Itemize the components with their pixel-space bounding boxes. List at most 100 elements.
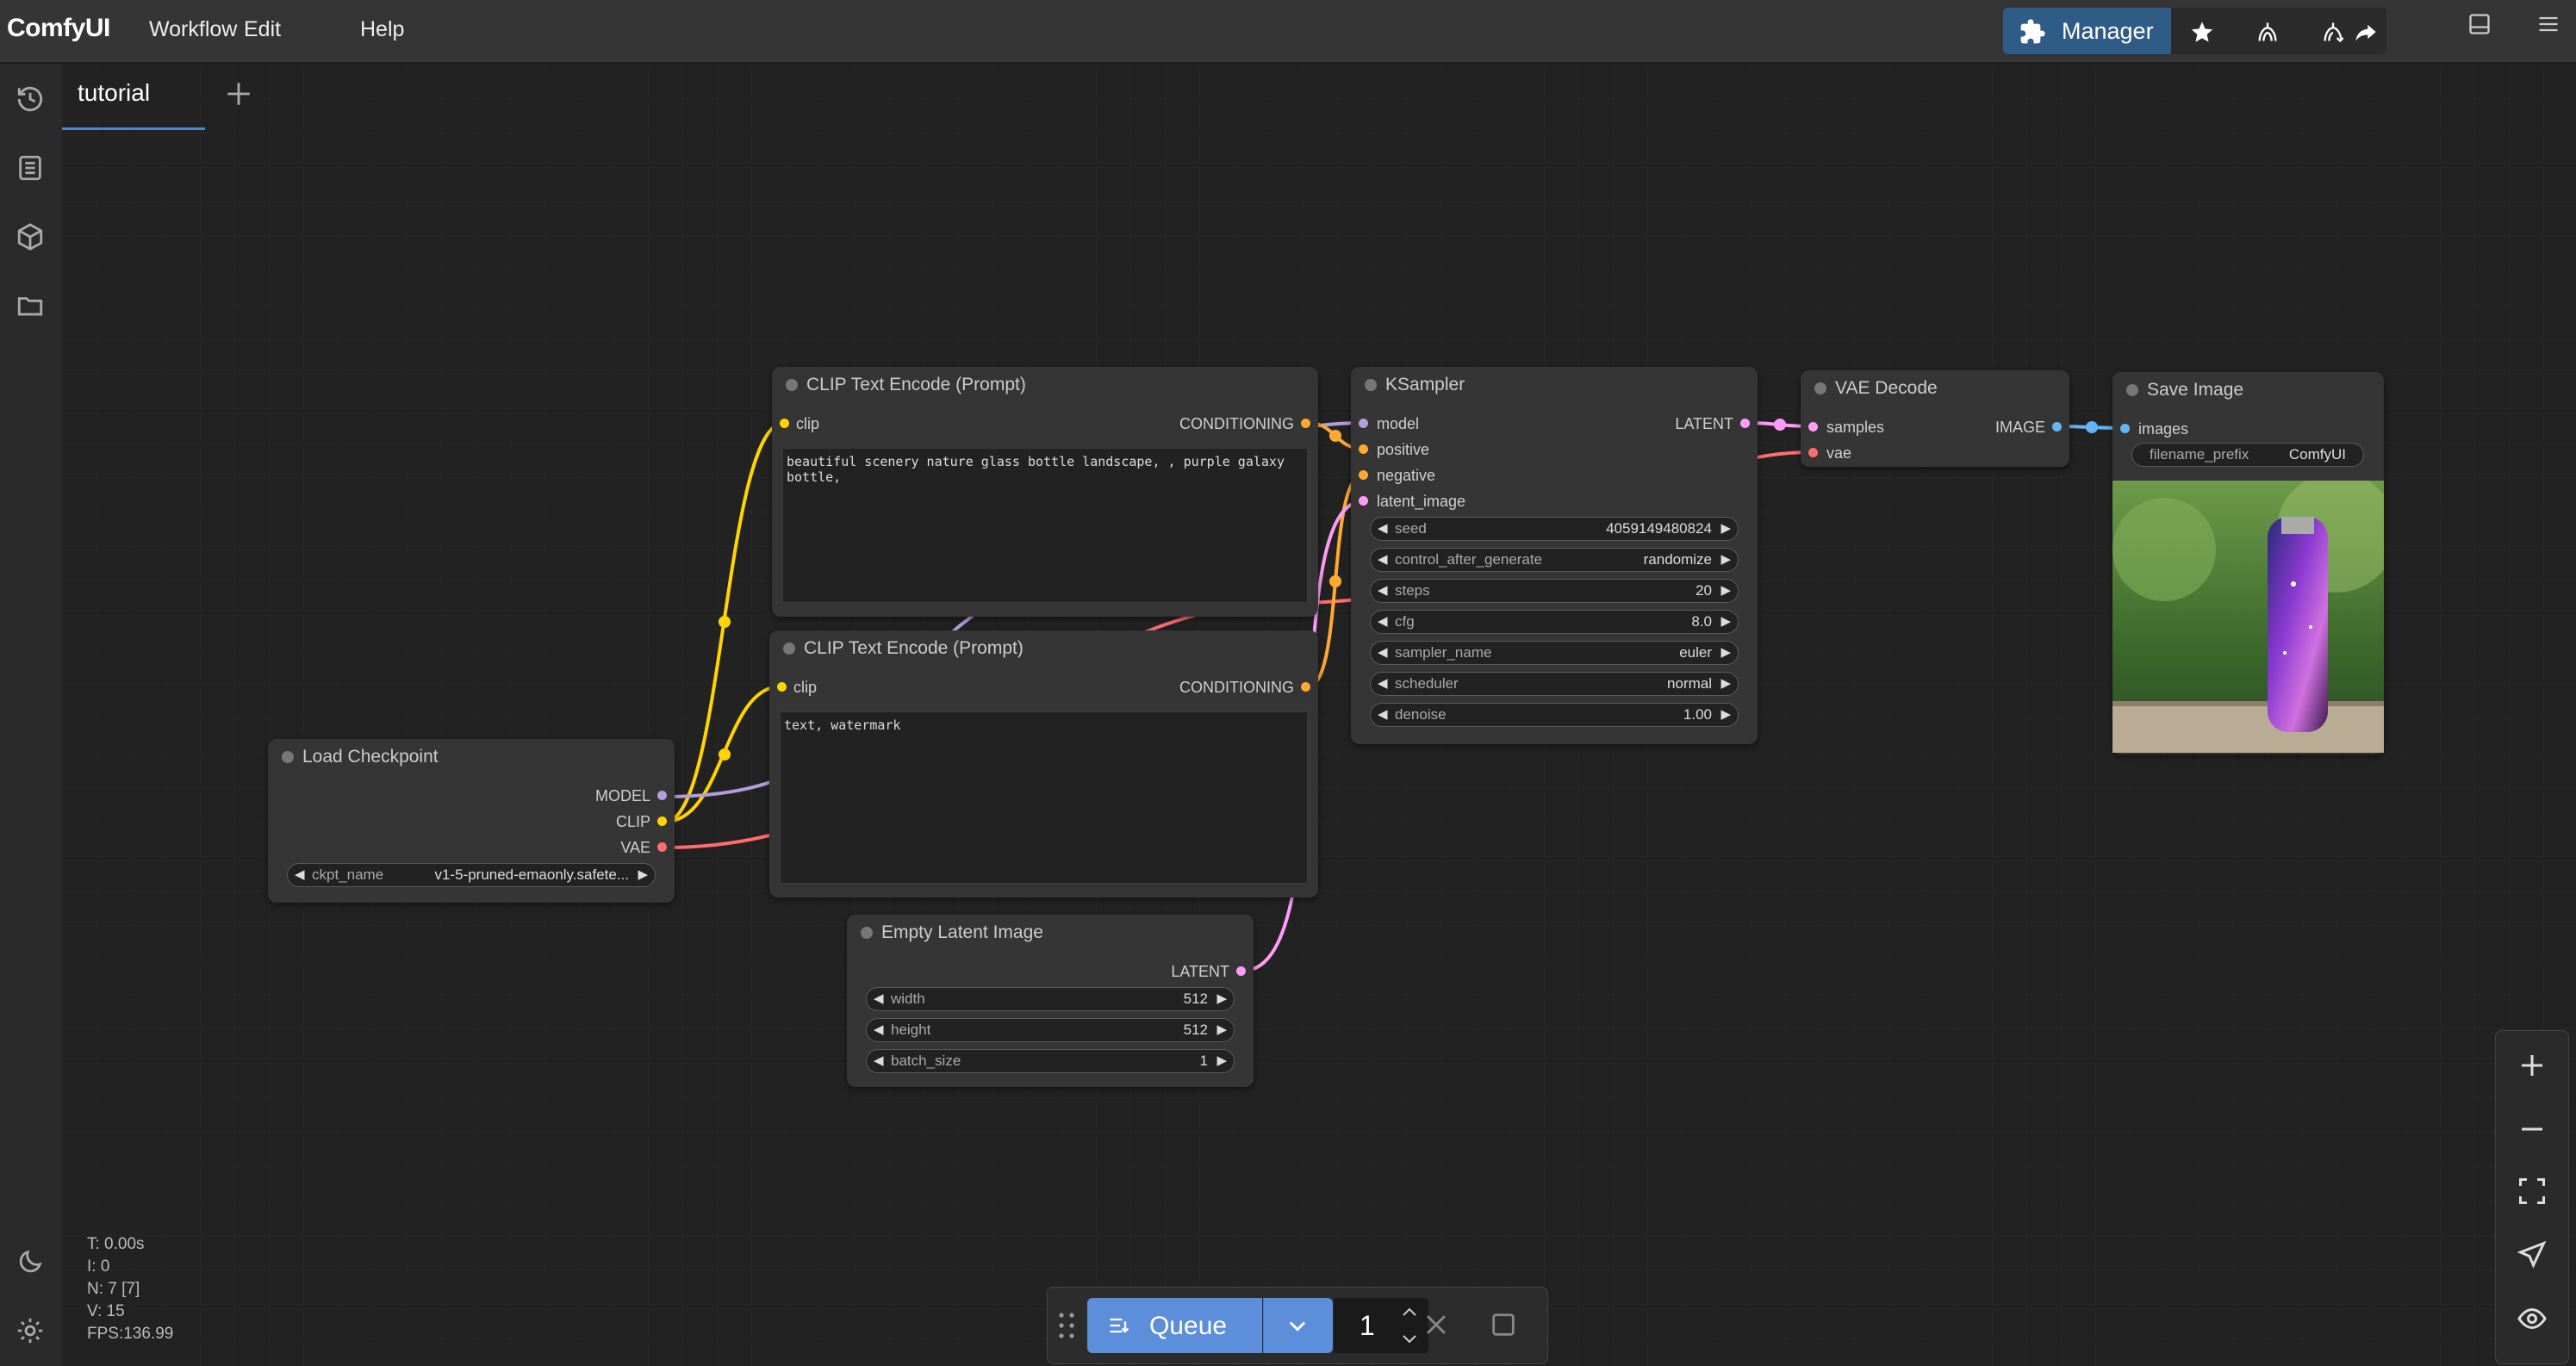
node-empty-latent-image[interactable]: Empty Latent Image LATENT ◀ width 512 ▶ ◀ he… (847, 915, 1254, 1087)
node-header[interactable]: CLIP Text Encode (Prompt) (769, 630, 1318, 665)
decrement-arrow[interactable]: ◀ (874, 990, 884, 1006)
output-slot-conditioning[interactable] (1301, 419, 1310, 428)
increment-arrow[interactable]: ▶ (1720, 706, 1731, 722)
node-collapse-dot[interactable] (2126, 384, 2138, 396)
input-label-positive: positive (1377, 441, 1430, 458)
input-slot-model[interactable] (1359, 419, 1368, 428)
widget-value: normal (1667, 675, 1712, 692)
input-slot-vae[interactable] (1808, 448, 1818, 457)
decrement-arrow[interactable]: ◀ (874, 1052, 884, 1068)
drag-handle-icon[interactable] (1058, 1312, 1075, 1339)
zoom-in-plus-icon[interactable] (2517, 1050, 2548, 1081)
widget-value: 512 (1183, 990, 1208, 1007)
select-mode-send-icon[interactable] (2517, 1239, 2548, 1270)
output-slot-model[interactable] (657, 791, 667, 800)
widget-denoise[interactable]: ◀ denoise 1.00 ▶ (1370, 703, 1739, 727)
decrement-arrow[interactable]: ◀ (874, 1021, 884, 1037)
decrement-arrow[interactable]: ◀ (1378, 551, 1388, 567)
node-title: Load Checkpoint (302, 747, 439, 767)
increment-arrow[interactable]: ▶ (1720, 551, 1731, 567)
node-save-image[interactable]: Save Image images filename_prefix ComfyUI (2112, 372, 2384, 754)
output-slot-image[interactable] (2052, 422, 2062, 432)
widget-batch-size[interactable]: ◀ batch_size 1 ▶ (866, 1049, 1235, 1073)
increment-arrow[interactable]: ▶ (1216, 1052, 1227, 1068)
cancel-x-icon[interactable] (1422, 1310, 1451, 1339)
widget-ckpt-name[interactable]: ◀ ckpt_name v1-5-pruned-emaonly.safete... ▶ (287, 863, 656, 887)
widget-filename-prefix[interactable]: filename_prefix ComfyUI (2131, 443, 2364, 467)
input-slot-positive[interactable] (1359, 444, 1368, 454)
increment-arrow[interactable]: ▶ (1720, 520, 1731, 536)
decrement-arrow[interactable]: ◀ (1378, 675, 1388, 691)
widget-cfg[interactable]: ◀ cfg 8.0 ▶ (1370, 610, 1739, 634)
widget-seed[interactable]: ◀ seed 4059149480824 ▶ (1370, 517, 1739, 541)
widget-label: sampler_name (1395, 644, 1492, 661)
decrement-chevron-icon[interactable] (1399, 1331, 1420, 1348)
output-label-latent: LATENT (1171, 963, 1229, 980)
increment-chevron-icon[interactable] (1399, 1303, 1420, 1320)
widget-height[interactable]: ◀ height 512 ▶ (866, 1018, 1235, 1042)
queue-mode-dropdown[interactable] (1263, 1298, 1333, 1353)
output-label-vae: VAE (620, 839, 650, 856)
output-slot-conditioning[interactable] (1301, 682, 1310, 692)
node-vae-decode[interactable]: VAE Decode samples vae IMAGE (1801, 370, 2069, 467)
node-title: CLIP Text Encode (Prompt) (804, 638, 1024, 658)
widget-sampler-name[interactable]: ◀ sampler_name euler ▶ (1370, 641, 1739, 665)
input-slot-latent-image[interactable] (1359, 496, 1368, 506)
fit-view-icon[interactable] (2517, 1176, 2548, 1207)
widget-steps[interactable]: ◀ steps 20 ▶ (1370, 579, 1739, 603)
widget-value: 1 (1199, 1052, 1208, 1069)
node-header[interactable]: Empty Latent Image (847, 915, 1254, 949)
output-image-preview[interactable] (2112, 481, 2384, 753)
increment-arrow[interactable]: ▶ (1720, 582, 1731, 598)
node-collapse-dot[interactable] (1814, 382, 1826, 394)
node-collapse-dot[interactable] (1365, 379, 1377, 391)
input-slot-negative[interactable] (1359, 470, 1368, 480)
node-collapse-dot[interactable] (786, 379, 798, 391)
decrement-arrow[interactable]: ◀ (295, 866, 305, 882)
input-slot-clip[interactable] (777, 682, 787, 692)
zoom-out-minus-icon[interactable] (2517, 1114, 2548, 1145)
node-collapse-dot[interactable] (861, 927, 873, 939)
node-collapse-dot[interactable] (282, 751, 294, 763)
increment-arrow[interactable]: ▶ (1720, 613, 1731, 629)
input-slot-images[interactable] (2120, 424, 2130, 433)
batch-count-input[interactable]: 1 (1334, 1298, 1428, 1353)
toggle-links-eye-icon[interactable] (2517, 1303, 2548, 1334)
node-header[interactable]: Save Image (2112, 372, 2384, 407)
prompt-textarea[interactable]: text, watermark (780, 711, 1308, 884)
decrement-arrow[interactable]: ◀ (1378, 644, 1388, 660)
output-slot-vae[interactable] (657, 842, 667, 852)
node-clip-text-encode-positive[interactable]: CLIP Text Encode (Prompt) clip CONDITION… (772, 367, 1318, 617)
node-collapse-dot[interactable] (783, 643, 795, 655)
output-slot-latent[interactable] (1740, 419, 1750, 428)
increment-arrow[interactable]: ▶ (1216, 990, 1227, 1006)
node-header[interactable]: Load Checkpoint (268, 739, 675, 773)
node-header[interactable]: KSampler (1351, 367, 1758, 401)
increment-arrow[interactable]: ▶ (1216, 1021, 1227, 1037)
decrement-arrow[interactable]: ◀ (1378, 582, 1388, 598)
increment-arrow[interactable]: ▶ (1720, 644, 1731, 660)
node-header[interactable]: VAE Decode (1801, 370, 2069, 405)
decrement-arrow[interactable]: ◀ (1378, 613, 1388, 629)
node-header[interactable]: CLIP Text Encode (Prompt) (772, 367, 1318, 401)
node-ksampler[interactable]: KSampler model positive negative latent_… (1351, 367, 1758, 744)
render-stats: T: 0.00s I: 0 N: 7 [7] V: 15 FPS:136.99 (87, 1233, 173, 1345)
decrement-arrow[interactable]: ◀ (1378, 706, 1388, 722)
output-slot-latent[interactable] (1236, 966, 1246, 976)
node-load-checkpoint[interactable]: Load Checkpoint MODEL CLIP VAE ◀ ckpt_nam… (268, 739, 675, 903)
stop-square-icon[interactable] (1489, 1310, 1518, 1339)
node-clip-text-encode-negative[interactable]: CLIP Text Encode (Prompt) clip CONDITION… (769, 630, 1318, 897)
increment-arrow[interactable]: ▶ (638, 866, 648, 882)
widget-width[interactable]: ◀ width 512 ▶ (866, 987, 1235, 1011)
output-slot-clip[interactable] (657, 816, 667, 826)
output-label-conditioning: CONDITIONING (1179, 679, 1294, 696)
increment-arrow[interactable]: ▶ (1720, 675, 1731, 691)
queue-button[interactable]: Queue (1087, 1298, 1262, 1353)
widget-control-after-generate[interactable]: ◀ control_after_generate randomize ▶ (1370, 548, 1739, 572)
stat-v: V: 15 (87, 1302, 125, 1320)
decrement-arrow[interactable]: ◀ (1378, 520, 1388, 536)
prompt-textarea[interactable]: beautiful scenery nature glass bottle la… (782, 448, 1308, 603)
input-slot-samples[interactable] (1808, 422, 1818, 432)
widget-scheduler[interactable]: ◀ scheduler normal ▶ (1370, 672, 1739, 696)
input-slot-clip[interactable] (780, 419, 789, 428)
